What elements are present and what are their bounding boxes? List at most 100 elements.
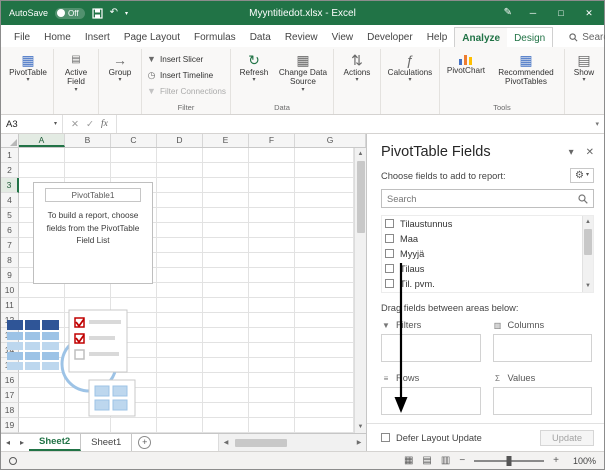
field-item[interactable]: Maa: [382, 231, 593, 246]
sheet-tab-sheet1[interactable]: Sheet1: [81, 434, 133, 451]
horizontal-scrollbar[interactable]: ◀ ▶: [218, 434, 366, 451]
grid-cell[interactable]: [19, 163, 65, 178]
minimize-button[interactable]: ─: [526, 8, 540, 18]
grid-cell[interactable]: [295, 388, 354, 403]
pencil-icon[interactable]: ✎: [504, 8, 512, 18]
grid-cell[interactable]: [111, 418, 157, 433]
autosave-toggle[interactable]: Off: [55, 7, 85, 19]
page-layout-view-icon[interactable]: ▤: [422, 455, 431, 466]
grid-cell[interactable]: [295, 148, 354, 163]
grid-cell[interactable]: [157, 343, 203, 358]
grid-cell[interactable]: [249, 148, 295, 163]
formula-input[interactable]: [116, 115, 591, 133]
grid-cell[interactable]: [19, 418, 65, 433]
grid-cell[interactable]: [249, 313, 295, 328]
actions-button[interactable]: ⇅ Actions ▾: [336, 49, 378, 84]
grid-cell[interactable]: [295, 373, 354, 388]
grid-cell[interactable]: [19, 148, 65, 163]
maximize-button[interactable]: □: [554, 8, 568, 18]
row-header[interactable]: 8: [1, 253, 19, 268]
grid-cell[interactable]: [203, 283, 249, 298]
grid-cell[interactable]: [295, 268, 354, 283]
grid-cell[interactable]: [65, 283, 111, 298]
grid-cell[interactable]: [295, 283, 354, 298]
grid-cell[interactable]: [203, 388, 249, 403]
column-header-e[interactable]: E: [203, 134, 249, 147]
grid-cell[interactable]: [203, 373, 249, 388]
grid-cell[interactable]: [157, 148, 203, 163]
grid-cell[interactable]: [111, 283, 157, 298]
grid-cell[interactable]: [295, 208, 354, 223]
zoom-out-button[interactable]: −: [459, 455, 465, 466]
grid-cell[interactable]: [249, 283, 295, 298]
grid-cell[interactable]: [249, 268, 295, 283]
pane-close-icon[interactable]: ✕: [586, 147, 594, 158]
sheet-nav-right-icon[interactable]: ▸: [15, 434, 29, 451]
field-search-input[interactable]: [387, 193, 578, 204]
grid-cell[interactable]: [203, 223, 249, 238]
grid-cell[interactable]: [295, 328, 354, 343]
tab-insert[interactable]: Insert: [78, 27, 117, 47]
row-header[interactable]: 19: [1, 418, 19, 433]
values-area[interactable]: Σ Values: [492, 371, 592, 415]
grid-cell[interactable]: [203, 298, 249, 313]
grid-cell[interactable]: [157, 163, 203, 178]
pivotchart-button[interactable]: PivotChart: [442, 49, 490, 75]
columns-area[interactable]: ▥ Columns: [492, 318, 592, 362]
insert-slicer-button[interactable]: ▼ Insert Slicer: [144, 51, 228, 67]
tell-me-search[interactable]: Search: [563, 27, 605, 47]
grid[interactable]: 12345678910111213141516171819 PivotTable…: [1, 148, 354, 433]
grid-cell[interactable]: [249, 358, 295, 373]
tab-home[interactable]: Home: [37, 27, 78, 47]
tab-design[interactable]: Design: [507, 28, 552, 47]
macro-record-icon[interactable]: [9, 456, 17, 465]
normal-view-icon[interactable]: ▦: [404, 455, 413, 466]
grid-cell[interactable]: [111, 148, 157, 163]
sheet-nav-left-icon[interactable]: ◂: [1, 434, 15, 451]
field-search-box[interactable]: [381, 189, 594, 208]
grid-cell[interactable]: [65, 163, 111, 178]
defer-layout-checkbox[interactable]: [381, 433, 390, 442]
grid-cell[interactable]: [157, 388, 203, 403]
grid-cell[interactable]: [19, 283, 65, 298]
columns-well[interactable]: [492, 334, 592, 362]
grid-cell[interactable]: [157, 268, 203, 283]
group-button[interactable]: → Group ▾: [101, 49, 139, 84]
tab-formulas[interactable]: Formulas: [187, 27, 243, 47]
grid-cell[interactable]: [157, 373, 203, 388]
grid-cell[interactable]: [157, 403, 203, 418]
refresh-button[interactable]: ↻ Refresh ▾: [233, 49, 275, 84]
change-data-source-button[interactable]: ▦ Change Data Source ▾: [275, 49, 331, 94]
zoom-in-button[interactable]: +: [553, 455, 559, 466]
grid-cell[interactable]: [157, 283, 203, 298]
add-sheet-button[interactable]: +: [138, 436, 152, 449]
grid-cell[interactable]: [157, 208, 203, 223]
save-icon[interactable]: [91, 7, 103, 19]
tab-help[interactable]: Help: [420, 27, 455, 47]
grid-cell[interactable]: [249, 223, 295, 238]
grid-cell[interactable]: [249, 193, 295, 208]
column-header-g[interactable]: G: [295, 134, 366, 147]
zoom-level[interactable]: 100%: [568, 456, 596, 466]
tab-page-layout[interactable]: Page Layout: [117, 27, 187, 47]
insert-timeline-button[interactable]: ◷ Insert Timeline: [144, 67, 228, 83]
field-checkbox[interactable]: [385, 264, 394, 273]
grid-cell[interactable]: [111, 163, 157, 178]
grid-cell[interactable]: [157, 223, 203, 238]
filters-area[interactable]: ▼ Filters: [381, 318, 481, 362]
grid-cell[interactable]: [295, 298, 354, 313]
grid-cell[interactable]: [203, 268, 249, 283]
scroll-down-icon[interactable]: ▼: [355, 421, 366, 433]
field-item[interactable]: Tilaustunnus: [382, 216, 593, 231]
grid-cell[interactable]: [157, 193, 203, 208]
active-field-button[interactable]: ▤ Active Field ▾: [56, 49, 96, 94]
tools-gear-button[interactable]: ⚙ ▾: [570, 168, 594, 183]
column-header-d[interactable]: D: [157, 134, 203, 147]
row-header[interactable]: 2: [1, 163, 19, 178]
grid-cell[interactable]: [295, 163, 354, 178]
grid-cell[interactable]: [249, 238, 295, 253]
grid-cell[interactable]: [249, 178, 295, 193]
page-break-view-icon[interactable]: ▥: [441, 455, 450, 466]
grid-cell[interactable]: [203, 178, 249, 193]
grid-cell[interactable]: [249, 418, 295, 433]
